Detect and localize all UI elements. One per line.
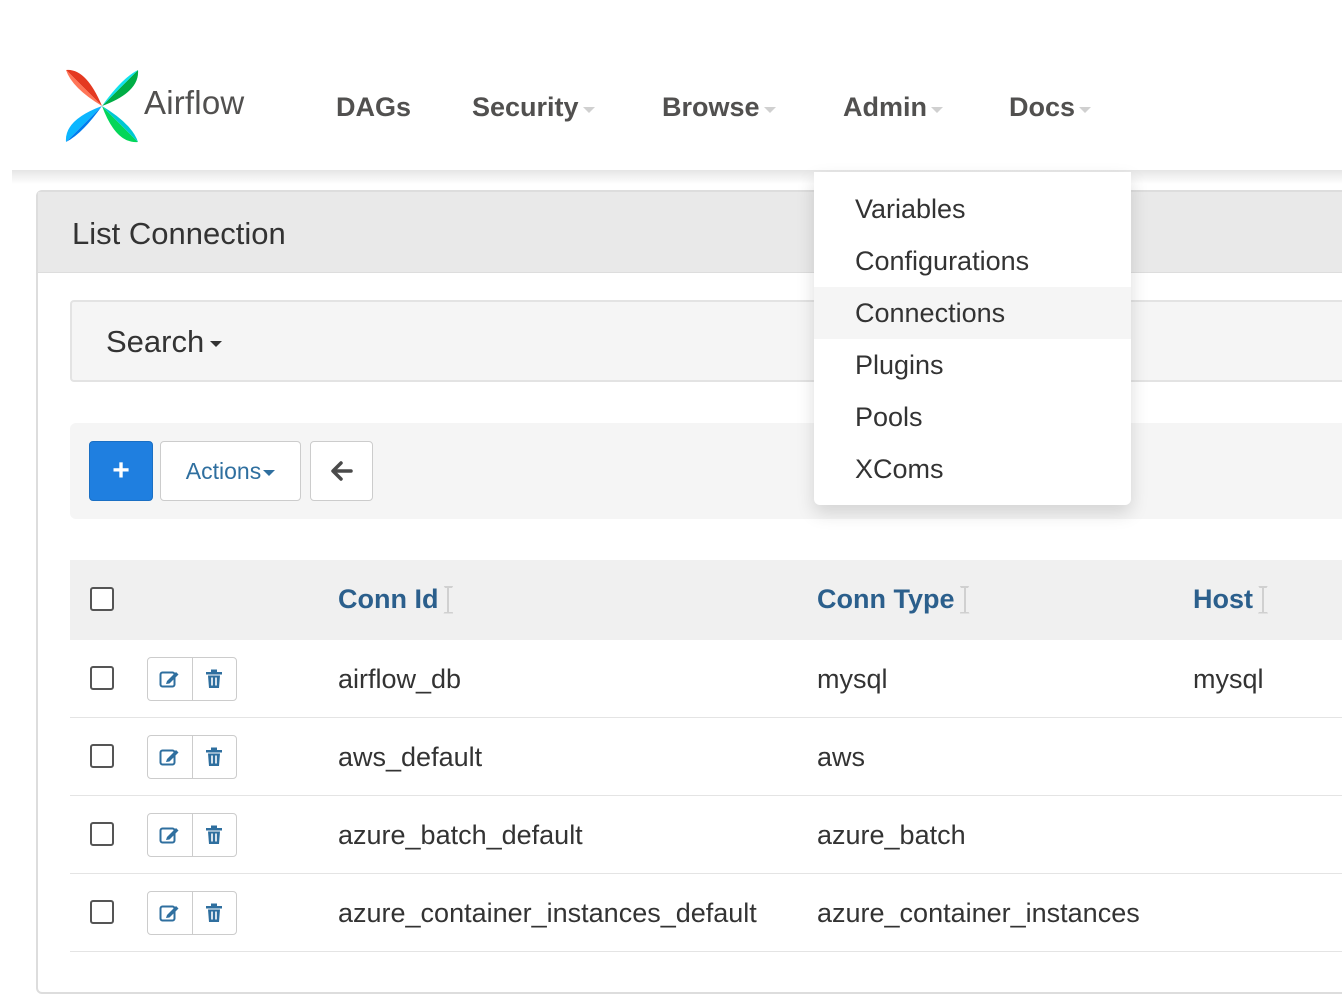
menu-item-label: Variables [855, 193, 966, 224]
delete-button[interactable] [191, 814, 237, 856]
menu-item-label: Connections [855, 297, 1006, 328]
nav-docs-label: Docs [1009, 92, 1076, 122]
delete-button[interactable] [191, 892, 237, 934]
cell-conn-type: azure_batch [817, 820, 966, 850]
nav-docs[interactable]: Docs [1009, 92, 1092, 123]
row-actions [147, 735, 237, 779]
caret-down-icon [263, 470, 276, 476]
column-header-label: Host [1193, 584, 1253, 614]
column-header-label: Conn Id [338, 584, 439, 614]
caret-down-icon [931, 106, 943, 113]
sort-icon [446, 586, 450, 614]
row-actions [147, 891, 237, 935]
row-actions [147, 813, 237, 857]
menu-item-xcoms[interactable]: XComs [814, 443, 1131, 495]
trash-icon [206, 903, 223, 922]
edit-icon [159, 749, 179, 766]
cell-conn-type: aws [817, 742, 866, 772]
menu-item-label: Plugins [855, 349, 944, 380]
actions-dropdown-button[interactable]: Actions [160, 441, 301, 501]
menu-item-pools[interactable]: Pools [814, 391, 1131, 443]
caret-down-icon [210, 341, 223, 347]
table-row: azure_container_instances_default azure_… [70, 874, 1342, 952]
sort-icon [963, 586, 967, 614]
edit-button[interactable] [148, 736, 192, 778]
page-title: List Connection [72, 216, 286, 251]
nav-security-label: Security [472, 92, 579, 122]
row-checkbox[interactable] [90, 822, 114, 846]
airflow-logo-icon [65, 69, 139, 143]
admin-dropdown-menu: Variables Configurations Connections Plu… [814, 172, 1131, 505]
navbar-shadow [12, 170, 1342, 184]
cell-conn-id: azure_container_instances_default [338, 898, 757, 928]
cell-conn-id: airflow_db [338, 664, 462, 694]
delete-button[interactable] [191, 658, 237, 700]
menu-item-connections[interactable]: Connections [814, 287, 1131, 339]
cell-conn-type: azure_container_instances [817, 898, 1140, 928]
back-button[interactable] [310, 441, 373, 501]
menu-item-variables[interactable]: Variables [814, 183, 1131, 235]
cell-conn-id: aws_default [338, 742, 483, 772]
plus-icon: + [112, 454, 130, 487]
edit-button[interactable] [148, 658, 192, 700]
nav-admin[interactable]: Admin [843, 92, 943, 123]
arrow-left-icon [330, 461, 353, 481]
column-header-host[interactable]: Host [1193, 584, 1265, 615]
row-checkbox[interactable] [90, 666, 114, 690]
table-row: airflow_db mysql mysql [70, 640, 1342, 718]
column-header-label: Conn Type [817, 584, 955, 614]
brand-name: Airflow [144, 84, 245, 121]
nav-admin-label: Admin [843, 92, 927, 122]
sort-icon [1261, 586, 1265, 614]
menu-item-label: Pools [855, 401, 923, 432]
edit-icon [159, 671, 179, 688]
menu-item-plugins[interactable]: Plugins [814, 339, 1131, 391]
table-row: azure_batch_default azure_batch [70, 796, 1342, 874]
row-actions [147, 657, 237, 701]
caret-down-icon [763, 106, 776, 113]
cell-conn-type: mysql [817, 664, 888, 694]
actions-label: Actions [185, 457, 262, 484]
menu-item-label: Configurations [855, 245, 1030, 276]
row-checkbox[interactable] [90, 900, 114, 924]
nav-dags[interactable]: DAGs [336, 92, 411, 123]
caret-down-icon [1079, 106, 1092, 113]
menu-item-configurations[interactable]: Configurations [814, 235, 1131, 287]
cell-conn-id: azure_batch_default [338, 820, 583, 850]
caret-down-icon [582, 106, 595, 113]
panel-heading: List Connection [38, 192, 1342, 273]
table-row: aws_default aws [70, 718, 1342, 796]
add-connection-button[interactable]: + [89, 441, 153, 501]
search-dropdown-toggle[interactable]: Search [106, 324, 223, 360]
nav-browse-label: Browse [662, 92, 760, 122]
column-header-conn-id[interactable]: Conn Id [338, 584, 450, 615]
nav-security[interactable]: Security [472, 92, 595, 123]
menu-item-label: XComs [855, 453, 944, 484]
trash-icon [206, 669, 223, 688]
brand[interactable]: Airflow [64, 68, 244, 144]
delete-button[interactable] [191, 736, 237, 778]
select-all-checkbox[interactable] [90, 587, 114, 611]
search-bar: Search [70, 300, 1342, 382]
edit-button[interactable] [148, 892, 192, 934]
edit-icon [159, 905, 179, 922]
edit-button[interactable] [148, 814, 192, 856]
table-header [70, 560, 1342, 640]
nav-dags-label: DAGs [336, 92, 412, 122]
search-label: Search [106, 324, 205, 359]
edit-icon [159, 827, 179, 844]
nav-browse[interactable]: Browse [662, 92, 776, 123]
cell-host: mysql [1193, 664, 1264, 694]
trash-icon [206, 825, 223, 844]
navbar: Airflow DAGs Security Browse Admin Docs [0, 0, 1342, 174]
trash-icon [206, 747, 223, 766]
row-checkbox[interactable] [90, 744, 114, 768]
column-header-conn-type[interactable]: Conn Type [817, 584, 967, 615]
